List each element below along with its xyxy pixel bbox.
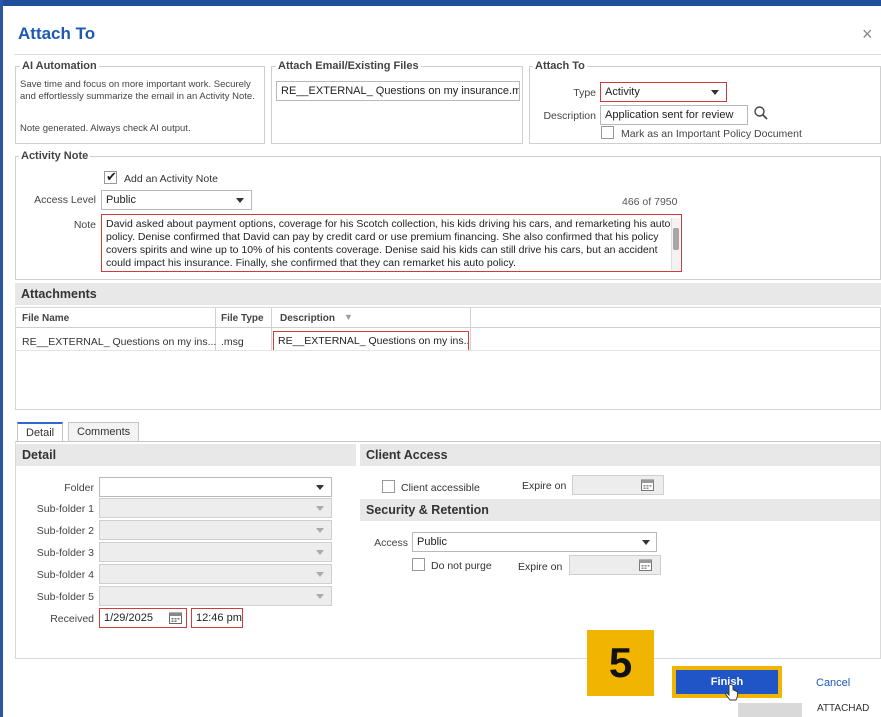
client-accessible-label: Client accessible xyxy=(401,482,480,494)
folder-label: Folder xyxy=(64,482,94,494)
attach-email-panel xyxy=(271,66,523,144)
calendar-icon[interactable] xyxy=(640,477,655,492)
subfolder-4-select[interactable] xyxy=(99,564,332,584)
client-access-header: Client Access xyxy=(360,444,880,466)
table-row-file-type: .msg xyxy=(221,336,244,348)
chevron-down-icon xyxy=(316,550,324,555)
chevron-down-icon xyxy=(316,485,324,490)
received-date-value: 1/29/2025 xyxy=(104,612,153,624)
chevron-down-icon xyxy=(316,594,324,599)
step-number-badge: 5 xyxy=(587,630,654,696)
folder-select[interactable] xyxy=(99,477,332,497)
ai-automation-legend: AI Automation xyxy=(20,60,99,72)
access-level-value: Public xyxy=(106,194,136,206)
dialog-title: Attach To xyxy=(18,24,96,43)
subfolder-3-select[interactable] xyxy=(99,542,332,562)
calendar-icon[interactable] xyxy=(168,610,183,625)
subfolder-3-label: Sub-folder 3 xyxy=(36,547,94,559)
window-left-border xyxy=(0,0,3,717)
received-label: Received xyxy=(50,613,94,625)
subfolder-5-label: Sub-folder 5 xyxy=(36,591,94,603)
column-divider xyxy=(470,308,471,350)
type-label: Type xyxy=(573,87,596,99)
tab-detail[interactable]: Detail xyxy=(17,422,64,442)
ai-automation-note: Note generated. Always check AI output. xyxy=(20,123,191,134)
note-char-counter: 466 of 7950 xyxy=(622,196,678,208)
attachments-table xyxy=(15,307,881,410)
status-bar-segment xyxy=(738,703,802,717)
note-textarea[interactable]: David asked about payment options, cover… xyxy=(101,214,682,272)
hand-cursor-icon xyxy=(725,684,738,701)
subfolder-5-select[interactable] xyxy=(99,586,332,606)
attachments-header: Attachments xyxy=(15,283,881,305)
note-scrollbar-thumb[interactable] xyxy=(673,228,679,250)
row-divider xyxy=(16,350,880,351)
security-expire-label: Expire on xyxy=(518,561,563,573)
ai-automation-description: Save time and focus on more important wo… xyxy=(20,79,255,102)
important-policy-label: Mark as an Important Policy Document xyxy=(621,128,802,140)
attach-email-legend: Attach Email/Existing Files xyxy=(276,60,421,72)
description-field[interactable]: Application sent for review xyxy=(600,105,748,125)
security-access-value: Public xyxy=(417,536,447,548)
type-select-value: Activity xyxy=(605,86,640,98)
column-divider xyxy=(271,308,272,350)
security-retention-header: Security & Retention xyxy=(360,499,880,521)
subfolder-2-select[interactable] xyxy=(99,520,332,540)
cancel-link[interactable]: Cancel xyxy=(816,677,850,689)
chevron-down-icon xyxy=(711,90,719,95)
subfolder-4-label: Sub-folder 4 xyxy=(36,569,94,581)
chevron-down-icon xyxy=(316,528,324,533)
table-row-description-field[interactable]: RE__EXTERNAL_ Questions on my ins... xyxy=(273,331,469,351)
chevron-down-icon xyxy=(316,506,324,511)
sort-icon[interactable]: ▼ xyxy=(344,312,353,322)
type-select[interactable]: Activity xyxy=(600,82,727,102)
note-scrollbar[interactable] xyxy=(671,218,680,270)
detail-section-header: Detail xyxy=(16,444,356,466)
calendar-icon[interactable] xyxy=(638,557,653,572)
add-note-label: Add an Activity Note xyxy=(124,173,218,185)
attach-email-file-field[interactable]: RE__EXTERNAL_ Questions on my insurance.… xyxy=(276,81,520,101)
access-level-label: Access Level xyxy=(34,194,96,206)
status-text: ATTACHAD xyxy=(817,703,870,714)
security-access-select[interactable]: Public xyxy=(412,532,657,552)
do-not-purge-label: Do not purge xyxy=(431,560,492,572)
add-note-checkbox[interactable]: ✔ xyxy=(104,169,117,184)
security-access-label: Access xyxy=(374,537,408,549)
chevron-down-icon xyxy=(236,198,244,203)
description-label: Description xyxy=(543,110,596,122)
table-row-file-name[interactable]: RE__EXTERNAL_ Questions on my ins... xyxy=(22,336,216,348)
attach-to-legend: Attach To xyxy=(533,60,587,72)
subfolder-1-label: Sub-folder 1 xyxy=(36,503,94,515)
client-accessible-checkbox[interactable] xyxy=(382,480,395,493)
window-top-border xyxy=(0,0,881,6)
important-policy-checkbox[interactable] xyxy=(601,126,614,139)
activity-note-legend: Activity Note xyxy=(19,150,91,162)
title-divider xyxy=(14,54,881,55)
access-level-select[interactable]: Public xyxy=(101,190,252,210)
client-expire-label: Expire on xyxy=(522,480,567,492)
chevron-down-icon xyxy=(316,572,324,577)
search-icon[interactable] xyxy=(753,105,769,121)
close-icon[interactable]: × xyxy=(862,24,873,45)
column-header-file-type[interactable]: File Type xyxy=(221,313,264,324)
received-time-field[interactable]: 12:46 pm xyxy=(191,608,243,628)
checkmark-icon: ✔ xyxy=(106,169,117,184)
column-header-description[interactable]: Description xyxy=(280,313,335,324)
do-not-purge-checkbox[interactable] xyxy=(412,558,425,571)
column-header-file-name[interactable]: File Name xyxy=(22,313,69,324)
tab-comments[interactable]: Comments xyxy=(68,422,140,442)
subfolder-2-label: Sub-folder 2 xyxy=(36,525,94,537)
attachments-header-divider xyxy=(16,327,880,328)
chevron-down-icon xyxy=(642,540,650,545)
note-label: Note xyxy=(73,219,96,231)
subfolder-1-select[interactable] xyxy=(99,498,332,518)
